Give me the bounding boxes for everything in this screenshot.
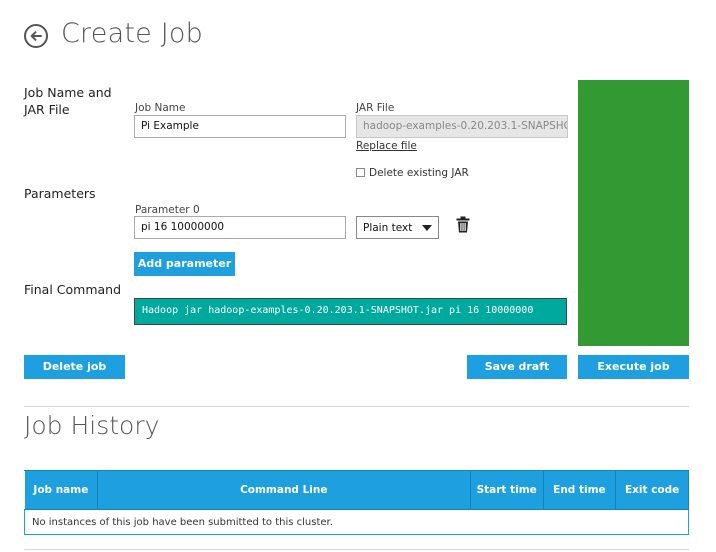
bottom-divider <box>24 549 689 550</box>
column-header-exit-code[interactable]: Exit code <box>615 470 689 510</box>
section-label-final-command: Final Command <box>24 282 122 297</box>
parameter0-type-value: Plain text <box>363 222 413 234</box>
page-title: Create Job <box>61 18 203 49</box>
section-label-parameters: Parameters <box>24 186 96 201</box>
chevron-down-icon <box>422 225 432 231</box>
trash-icon[interactable] <box>456 216 470 233</box>
parameter0-input[interactable]: pi 16 10000000 <box>134 216 346 239</box>
final-command-field: Hadoop jar hadoop-examples-0.20.203.1-SN… <box>134 298 567 325</box>
execute-job-button[interactable]: Execute job <box>578 355 689 379</box>
column-header-start-time[interactable]: Start time <box>469 470 544 510</box>
parameter0-type-select[interactable]: Plain text <box>356 216 439 239</box>
parameter0-label: Parameter 0 <box>135 204 200 216</box>
jar-file-label: JAR File <box>356 102 395 114</box>
replace-file-link[interactable]: Replace file <box>356 140 417 152</box>
back-arrow-icon[interactable] <box>24 24 48 48</box>
save-draft-button[interactable]: Save draft <box>467 355 567 379</box>
column-header-end-time[interactable]: End time <box>542 470 617 510</box>
table-row: No instances of this job have been submi… <box>24 509 689 535</box>
table-header-row: Job name Command Line Start time End tim… <box>24 470 689 510</box>
section-label-job-name-jar: Job Name and JAR File <box>24 85 112 117</box>
delete-job-button[interactable]: Delete job <box>24 355 125 379</box>
job-name-label: Job Name <box>135 102 186 114</box>
empty-history-message: No instances of this job have been submi… <box>24 509 689 535</box>
add-parameter-button[interactable]: Add parameter <box>134 252 235 276</box>
job-name-input[interactable]: Pi Example <box>134 115 346 138</box>
delete-existing-jar-checkbox[interactable] <box>356 168 365 177</box>
job-history-title: Job History <box>24 411 160 440</box>
side-panel <box>578 80 689 346</box>
jar-file-input: hadoop-examples-0.20.203.1-SNAPSHOT.jar <box>356 115 568 138</box>
section-divider <box>24 406 689 407</box>
job-history-table: Job name Command Line Start time End tim… <box>24 470 689 535</box>
column-header-command-line[interactable]: Command Line <box>96 470 471 510</box>
delete-existing-jar-label: Delete existing JAR <box>369 167 469 179</box>
column-header-job-name[interactable]: Job name <box>24 470 98 510</box>
